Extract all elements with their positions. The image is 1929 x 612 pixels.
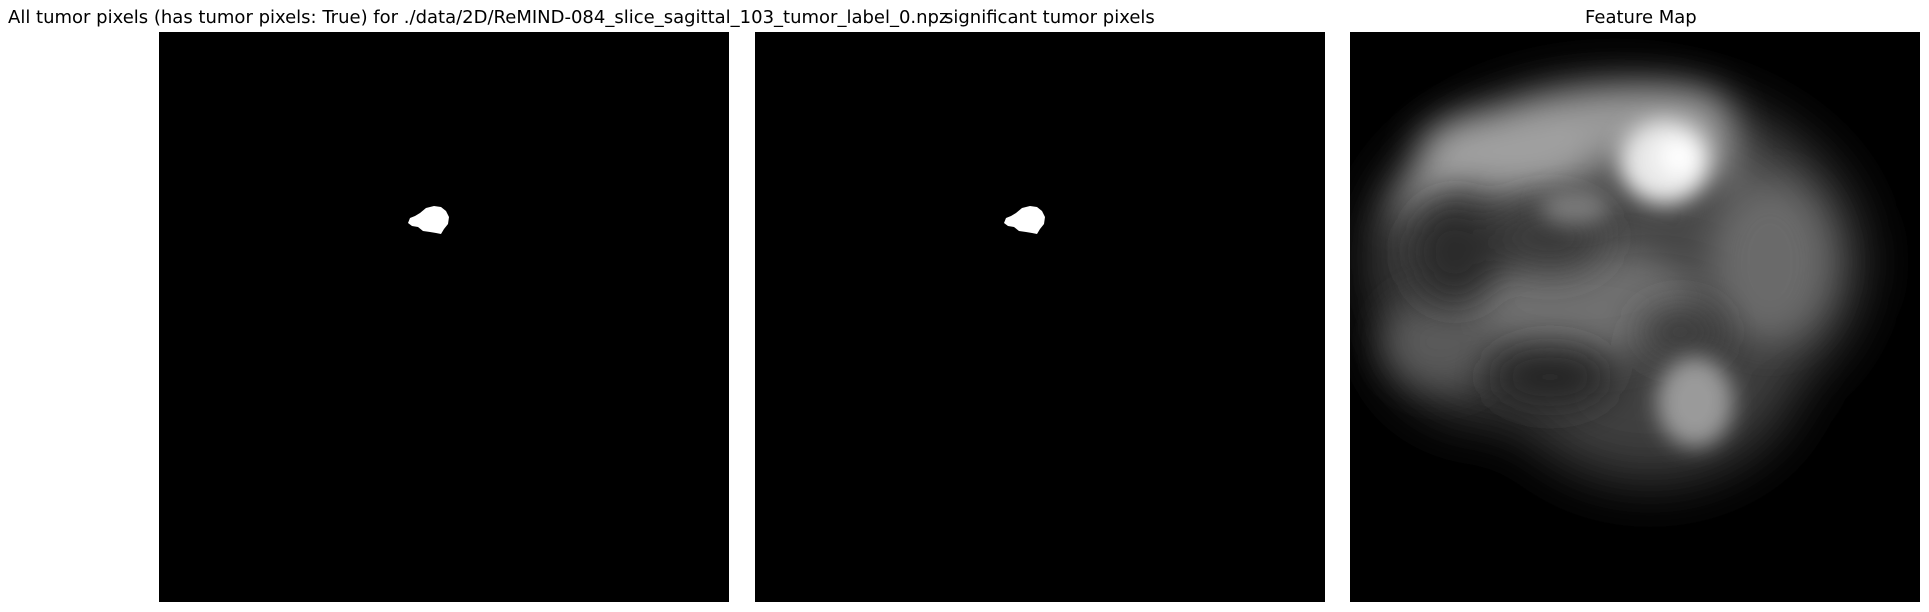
significant-mask-svg [1004,206,1045,234]
feature-map-svg [1370,87,1860,482]
panel-1-title: All tumor pixels (has tumor pixels: True… [8,7,949,28]
significant-tumor-image [755,32,1325,602]
significant-tumor-blob [1004,206,1045,234]
feature-map-image [1350,32,1920,602]
panel-3-title: Feature Map [1585,7,1697,28]
tumor-mask-image [159,32,729,602]
panel-2-title: significant tumor pixels [944,7,1155,28]
tumor-mask-svg [408,206,449,234]
tumor-blob [408,206,449,234]
